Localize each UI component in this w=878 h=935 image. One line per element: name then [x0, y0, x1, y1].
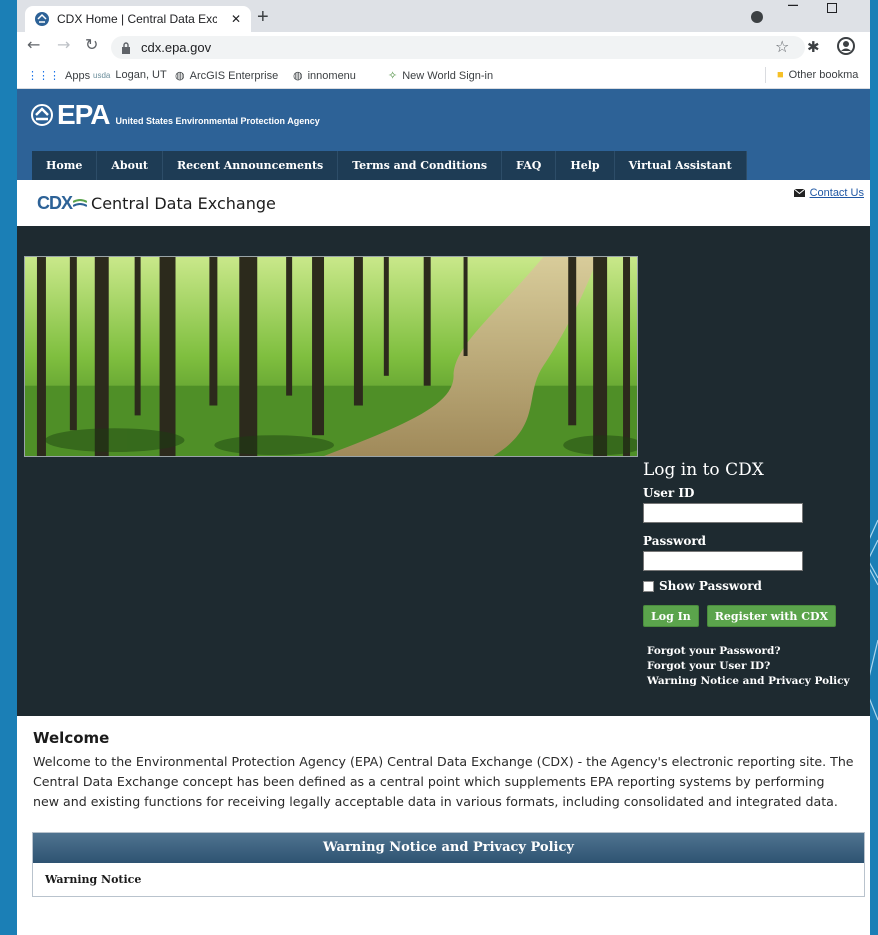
bookmark-innomenu[interactable]: ◍ innomenu: [293, 69, 356, 83]
globe-icon: ◍: [175, 70, 185, 82]
welcome-heading: Welcome: [33, 729, 110, 747]
cdx-logo[interactable]: CDX Central Data Exchange: [37, 193, 276, 214]
bookmark-arcgis[interactable]: ◍ ArcGIS Enterprise: [175, 69, 278, 83]
show-password-label: Show Password: [659, 579, 762, 593]
reload-icon[interactable]: ↻: [85, 35, 98, 54]
main-nav: Home About Recent Announcements Terms an…: [32, 151, 747, 180]
other-bookmarks[interactable]: ■ Other bookma: [777, 69, 858, 81]
forgot-password-link[interactable]: Forgot your Password?: [647, 644, 858, 659]
folder-icon: ■: [777, 69, 784, 81]
login-title: Log in to CDX: [643, 460, 764, 480]
user-id-input[interactable]: [643, 503, 803, 523]
login-buttons: Log In Register with CDX: [643, 605, 858, 627]
show-password-toggle[interactable]: Show Password: [643, 579, 858, 593]
usda-icon: usda: [93, 70, 111, 80]
login-panel: Log in to CDX User ID Password Show Pass…: [643, 460, 858, 689]
forest-path-banner-image: [24, 256, 638, 457]
nav-help[interactable]: Help: [556, 151, 615, 180]
user-id-label: User ID: [643, 486, 695, 500]
bookmark-apps[interactable]: ⋮⋮⋮ Apps: [27, 69, 90, 83]
register-button[interactable]: Register with CDX: [706, 605, 837, 627]
browser-tab[interactable]: CDX Home | Central Data Exchan ✕: [25, 6, 251, 32]
new-tab-button[interactable]: +: [257, 6, 269, 29]
account-avatar-icon[interactable]: [837, 37, 855, 55]
warning-notice-link[interactable]: Warning Notice and Privacy Policy: [647, 674, 858, 689]
tab-strip: CDX Home | Central Data Exchan ✕ + –: [17, 0, 870, 32]
warning-notice-subheading: Warning Notice: [45, 873, 142, 886]
epa-wordmark: EPA: [57, 99, 110, 130]
nav-terms[interactable]: Terms and Conditions: [338, 151, 503, 180]
sparkle-icon: ✧: [388, 70, 398, 82]
cdx-swoosh-icon: [73, 198, 88, 207]
bookmark-logan-ut[interactable]: usda Logan, UT: [93, 69, 167, 81]
main-nav-wrap: Home About Recent Announcements Terms an…: [17, 151, 870, 180]
epa-seal-icon: [31, 104, 53, 126]
contact-us[interactable]: Contact Us: [793, 187, 864, 199]
nav-faq[interactable]: FAQ: [502, 151, 557, 180]
nav-recent-announcements[interactable]: Recent Announcements: [163, 151, 339, 180]
show-password-checkbox[interactable]: [643, 580, 654, 592]
back-arrow-icon[interactable]: ←: [27, 35, 40, 54]
bookmark-new-world[interactable]: ✧ New World Sign-in: [388, 69, 493, 83]
envelope-icon: [793, 189, 805, 197]
contact-us-link[interactable]: Contact Us: [810, 187, 864, 199]
tab-search-icon[interactable]: [751, 11, 763, 23]
forgot-user-id-link[interactable]: Forgot your User ID?: [647, 659, 858, 674]
forward-arrow-icon[interactable]: →: [57, 35, 70, 54]
bookmark-star-icon[interactable]: ☆: [775, 37, 789, 56]
cdx-abbr: CDX: [37, 193, 73, 213]
epa-logo[interactable]: EPA United States Environmental Protecti…: [31, 99, 320, 131]
globe-icon: ◍: [293, 70, 303, 82]
apps-grid-icon: ⋮⋮⋮: [27, 70, 60, 82]
login-links: Forgot your Password? Forgot your User I…: [647, 644, 858, 689]
extensions-puzzle-icon[interactable]: ✱: [807, 38, 820, 56]
address-bar[interactable]: cdx.epa.gov: [111, 36, 805, 59]
bookmarks-separator: [765, 67, 766, 83]
warning-box-heading: Warning Notice and Privacy Policy: [33, 833, 864, 863]
maximize-icon[interactable]: [827, 3, 837, 13]
cdx-title-bar: CDX Central Data Exchange Contact Us: [17, 180, 870, 226]
minimize-icon[interactable]: –: [788, 0, 798, 15]
nav-about[interactable]: About: [97, 151, 164, 180]
warning-notice-box: Warning Notice and Privacy Policy Warnin…: [32, 832, 865, 897]
hero-section: Log in to CDX User ID Password Show Pass…: [17, 226, 870, 716]
cdx-name: Central Data Exchange: [91, 194, 276, 213]
epa-favicon-icon: [35, 12, 49, 26]
password-input[interactable]: [643, 551, 803, 571]
browser-window: CDX Home | Central Data Exchan ✕ + – ← →…: [17, 0, 870, 935]
tab-title: CDX Home | Central Data Exchan: [57, 12, 217, 26]
nav-virtual-assistant[interactable]: Virtual Assistant: [615, 151, 747, 180]
tab-close-icon[interactable]: ✕: [231, 12, 241, 26]
welcome-section: Welcome Welcome to the Environmental Pro…: [17, 716, 870, 812]
lock-icon: [122, 41, 130, 54]
nav-home[interactable]: Home: [32, 151, 98, 180]
password-label: Password: [643, 534, 707, 548]
epa-header: EPA United States Environmental Protecti…: [17, 89, 870, 151]
bookmarks-bar: ⋮⋮⋮ Apps usda Logan, UT ◍ ArcGIS Enterpr…: [17, 62, 870, 89]
welcome-text: Welcome to the Environmental Protection …: [33, 754, 854, 809]
address-toolbar: ← → ↻ cdx.epa.gov ☆ ✱: [17, 32, 870, 62]
agency-name: United States Environmental Protection A…: [115, 116, 320, 126]
login-button[interactable]: Log In: [643, 605, 699, 627]
url-text: cdx.epa.gov: [141, 40, 212, 55]
